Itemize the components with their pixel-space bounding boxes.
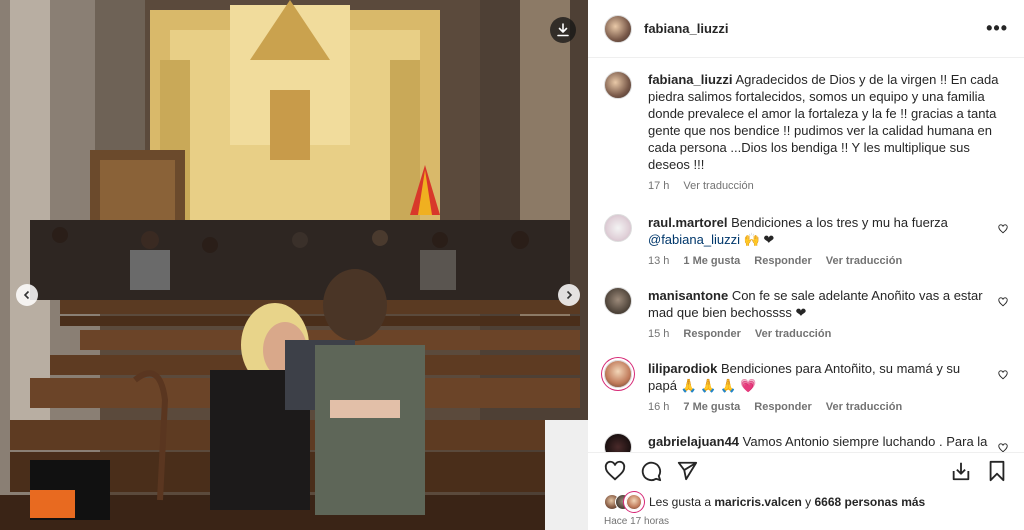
heart-icon[interactable] <box>998 297 1008 307</box>
comment-username[interactable]: manisantone <box>648 288 728 303</box>
church-interior-image <box>0 0 588 530</box>
chevron-left-icon <box>23 290 30 300</box>
liker-avatars <box>604 494 642 510</box>
heart-icon[interactable] <box>998 370 1008 380</box>
comment-emoji: 🙌 ❤ <box>743 232 775 247</box>
comment: gabrielajuan44 Vamos Antonio siempre luc… <box>604 433 1008 452</box>
caption-username[interactable]: fabiana_liuzzi <box>648 72 733 87</box>
likes-joiner: y <box>805 495 812 509</box>
comment-mention[interactable]: @fabiana_liuzzi <box>648 232 740 247</box>
avatar[interactable] <box>626 494 642 510</box>
post-timestamp[interactable]: Hace 17 horas <box>604 516 669 527</box>
likes-prefix: Les gusta a <box>649 495 712 509</box>
more-options-icon[interactable]: ••• <box>986 18 1008 39</box>
previous-photo-button[interactable] <box>16 284 38 306</box>
post-header: fabiana_liuzzi ••• <box>588 0 1024 58</box>
see-translation-link[interactable]: Ver traducción <box>826 401 902 413</box>
comment-likes[interactable]: 7 Me gusta <box>683 401 740 413</box>
post-username[interactable]: fabiana_liuzzi <box>644 21 729 36</box>
share-icon[interactable] <box>676 460 698 482</box>
likes-count[interactable]: 6668 personas más <box>814 495 925 509</box>
heart-icon[interactable] <box>998 224 1008 234</box>
comment-likes[interactable]: 1 Me gusta <box>683 255 740 267</box>
comment-time[interactable]: 16 h <box>648 401 669 413</box>
avatar[interactable] <box>604 433 632 452</box>
reply-button[interactable]: Responder <box>683 328 740 340</box>
comment-username[interactable]: raul.martorel <box>648 215 727 230</box>
comment: manisantone Con fe se sale adelante Anoñ… <box>604 287 1008 340</box>
comment-time[interactable]: 13 h <box>648 255 669 267</box>
reply-button[interactable]: Responder <box>754 401 811 413</box>
reply-button[interactable]: Responder <box>754 255 811 267</box>
avatar[interactable] <box>604 71 632 99</box>
post-photo[interactable] <box>0 0 588 530</box>
post-caption: fabiana_liuzzi Agradecidos de Dios y de … <box>604 71 1008 192</box>
see-translation-link[interactable]: Ver traducción <box>755 328 831 340</box>
comment-icon[interactable] <box>640 460 662 482</box>
download-button[interactable] <box>550 17 576 43</box>
next-photo-button[interactable] <box>558 284 580 306</box>
heart-icon[interactable] <box>998 443 1008 452</box>
post-actions <box>588 452 1024 488</box>
download-icon <box>557 23 569 37</box>
comment-time[interactable]: 15 h <box>648 328 669 340</box>
caption-time[interactable]: 17 h <box>648 180 669 192</box>
post-side-panel: fabiana_liuzzi ••• fabiana_liuzzi Agrade… <box>588 0 1024 530</box>
see-translation-link[interactable]: Ver traducción <box>826 255 902 267</box>
download-icon[interactable] <box>950 460 972 482</box>
avatar[interactable] <box>604 360 632 388</box>
bookmark-icon[interactable] <box>986 460 1008 482</box>
avatar[interactable] <box>604 287 632 315</box>
caption-text: Agradecidos de Dios y de la virgen !! En… <box>648 72 999 172</box>
chevron-right-icon <box>566 290 573 300</box>
comment: raul.martorel Bendiciones a los tres y m… <box>604 214 1008 267</box>
heart-icon[interactable] <box>604 460 626 482</box>
see-translation-link[interactable]: Ver traducción <box>683 180 753 192</box>
avatar[interactable] <box>604 214 632 242</box>
comment: liliparodiok Bendiciones para Antoñito, … <box>604 360 1008 413</box>
comment-emoji: ❤ <box>795 305 807 320</box>
avatar[interactable] <box>604 14 632 43</box>
comment-username[interactable]: gabrielajuan44 <box>648 434 739 449</box>
comments-list: fabiana_liuzzi Agradecidos de Dios y de … <box>588 59 1024 452</box>
comment-username[interactable]: liliparodiok <box>648 361 717 376</box>
likes-user[interactable]: maricris.valcen <box>714 495 801 509</box>
comment-text: Bendiciones a los tres y mu ha fuerza <box>731 215 948 230</box>
comment-emoji: 🙏 🙏 🙏 💗 <box>680 378 757 393</box>
likes-summary: Les gusta a maricris.valcen y 6668 perso… <box>604 494 1008 510</box>
